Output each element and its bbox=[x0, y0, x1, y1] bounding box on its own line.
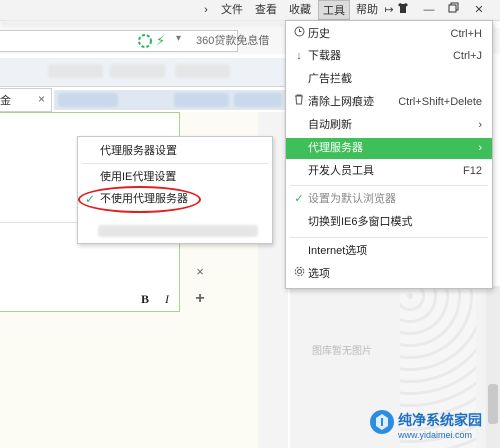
menu-favorites[interactable]: 收藏 bbox=[286, 0, 314, 20]
menu-label: 设置为默认浏览器 bbox=[308, 193, 396, 205]
watermark-url: www.yidaimei.com bbox=[398, 430, 473, 440]
watermark-title: 纯净系统家园 bbox=[398, 412, 482, 428]
menu-label: 下载器 bbox=[308, 50, 341, 62]
lightning-icon[interactable]: ⚡ bbox=[156, 33, 165, 49]
chevron-right-icon: › bbox=[478, 142, 482, 154]
scroll-thumb[interactable] bbox=[488, 384, 498, 424]
trash-icon bbox=[292, 92, 306, 113]
security-badge-icon[interactable] bbox=[138, 34, 152, 51]
menu-help[interactable]: 帮助 bbox=[354, 0, 380, 20]
search-box[interactable]: 360贷款免息借 bbox=[196, 30, 296, 52]
tools-item-history[interactable]: 历史 Ctrl+H bbox=[286, 24, 492, 45]
proxy-menu-item-use-ie[interactable]: 使用IE代理设置 bbox=[78, 167, 272, 187]
proxy-menu-label: 代理服务器设置 bbox=[100, 145, 177, 157]
clock-icon bbox=[292, 24, 306, 45]
restore-icon[interactable] bbox=[444, 2, 462, 18]
blurred-tab bbox=[58, 93, 118, 107]
empty-image-text: 图库暂无图片 bbox=[312, 346, 372, 357]
menu-separator bbox=[290, 237, 488, 238]
close-icon[interactable]: × bbox=[193, 265, 207, 279]
tools-dropdown-menu: 历史 Ctrl+H ↓ 下载器 Ctrl+J 广告拦截 清除上网痕迹 Ctrl+… bbox=[285, 20, 493, 289]
tab-title-fragment: 金 bbox=[0, 95, 11, 107]
tools-item-adblock[interactable]: 广告拦截 bbox=[286, 69, 492, 90]
menu-label: 清除上网痕迹 bbox=[308, 96, 374, 108]
menu-label: Internet选项 bbox=[308, 245, 368, 257]
tools-item-clear-traces[interactable]: 清除上网痕迹 Ctrl+Shift+Delete bbox=[286, 92, 492, 113]
tools-item-options[interactable]: 选项 bbox=[286, 264, 492, 285]
menu-label: 选项 bbox=[308, 268, 330, 280]
menu-label: 自动刷新 bbox=[308, 119, 352, 131]
tools-item-auto-refresh[interactable]: 自动刷新 › bbox=[286, 115, 492, 136]
menu-shortcut: Ctrl+J bbox=[452, 50, 482, 62]
chevron-down-icon[interactable]: ▾ bbox=[176, 33, 181, 44]
tab-close-icon[interactable]: × bbox=[38, 92, 45, 106]
gear-icon bbox=[292, 264, 306, 285]
menu-separator bbox=[82, 163, 268, 164]
tools-item-proxy-server[interactable]: 代理服务器 › bbox=[286, 138, 492, 159]
proxy-menu-label: 使用IE代理设置 bbox=[100, 171, 177, 183]
annotation-ellipse bbox=[78, 186, 201, 213]
watermark-logo bbox=[370, 410, 394, 434]
menu-label: 广告拦截 bbox=[308, 73, 352, 85]
blurred-region bbox=[0, 20, 285, 28]
tab-bar-inactive bbox=[54, 90, 286, 110]
tab-strip bbox=[0, 58, 290, 87]
menu-bar: › 文件 查看 收藏 工具 帮助 ↦ — ✕ bbox=[0, 0, 500, 21]
menu-file[interactable]: 文件 bbox=[218, 0, 246, 20]
menu-tools[interactable]: 工具 bbox=[318, 0, 350, 20]
menu-view[interactable]: 查看 bbox=[252, 0, 280, 20]
chevron-right-icon[interactable]: › bbox=[198, 0, 214, 20]
menu-label: 开发人员工具 bbox=[308, 165, 374, 177]
menu-label: 代理服务器 bbox=[308, 142, 363, 154]
blurred-tab bbox=[174, 93, 229, 107]
menu-shortcut: Ctrl+Shift+Delete bbox=[398, 96, 482, 108]
proxy-menu-item-settings[interactable]: 代理服务器设置 bbox=[78, 141, 272, 161]
minimize-icon[interactable]: — bbox=[420, 2, 438, 18]
close-window-icon[interactable]: ✕ bbox=[470, 2, 488, 18]
blurred-tab bbox=[175, 64, 230, 78]
tools-item-internet-options[interactable]: Internet选项 bbox=[286, 241, 492, 262]
shirt-skin-icon[interactable] bbox=[394, 2, 412, 18]
add-icon[interactable]: + bbox=[193, 291, 207, 307]
blurred-tab bbox=[234, 93, 282, 107]
italic-button[interactable]: I bbox=[158, 291, 176, 307]
blurred-tab bbox=[48, 64, 103, 78]
menu-shortcut: F12 bbox=[463, 165, 482, 177]
tab-active[interactable]: 金 × bbox=[0, 88, 52, 112]
search-text: 360贷款免息借 bbox=[196, 35, 270, 47]
menu-label: 切换到IE6多窗口模式 bbox=[308, 216, 413, 228]
menu-separator bbox=[290, 185, 488, 186]
format-buttons: B I bbox=[136, 291, 178, 307]
check-icon: ✓ bbox=[294, 193, 304, 205]
menu-shortcut: Ctrl+H bbox=[450, 28, 482, 40]
chevron-right-icon: › bbox=[478, 119, 482, 131]
tools-item-default-browser[interactable]: ✓ 设置为默认浏览器 bbox=[286, 189, 492, 210]
menu-label: 历史 bbox=[308, 28, 330, 40]
tools-item-devtools[interactable]: 开发人员工具 F12 bbox=[286, 161, 492, 182]
tools-item-downloader[interactable]: ↓ 下载器 Ctrl+J bbox=[286, 46, 492, 67]
blurred-region bbox=[98, 225, 258, 237]
blurred-tab bbox=[110, 64, 165, 78]
bold-button[interactable]: B bbox=[136, 291, 154, 307]
download-icon: ↓ bbox=[296, 50, 302, 62]
tools-item-ie6-mode[interactable]: 切换到IE6多窗口模式 bbox=[286, 212, 492, 233]
